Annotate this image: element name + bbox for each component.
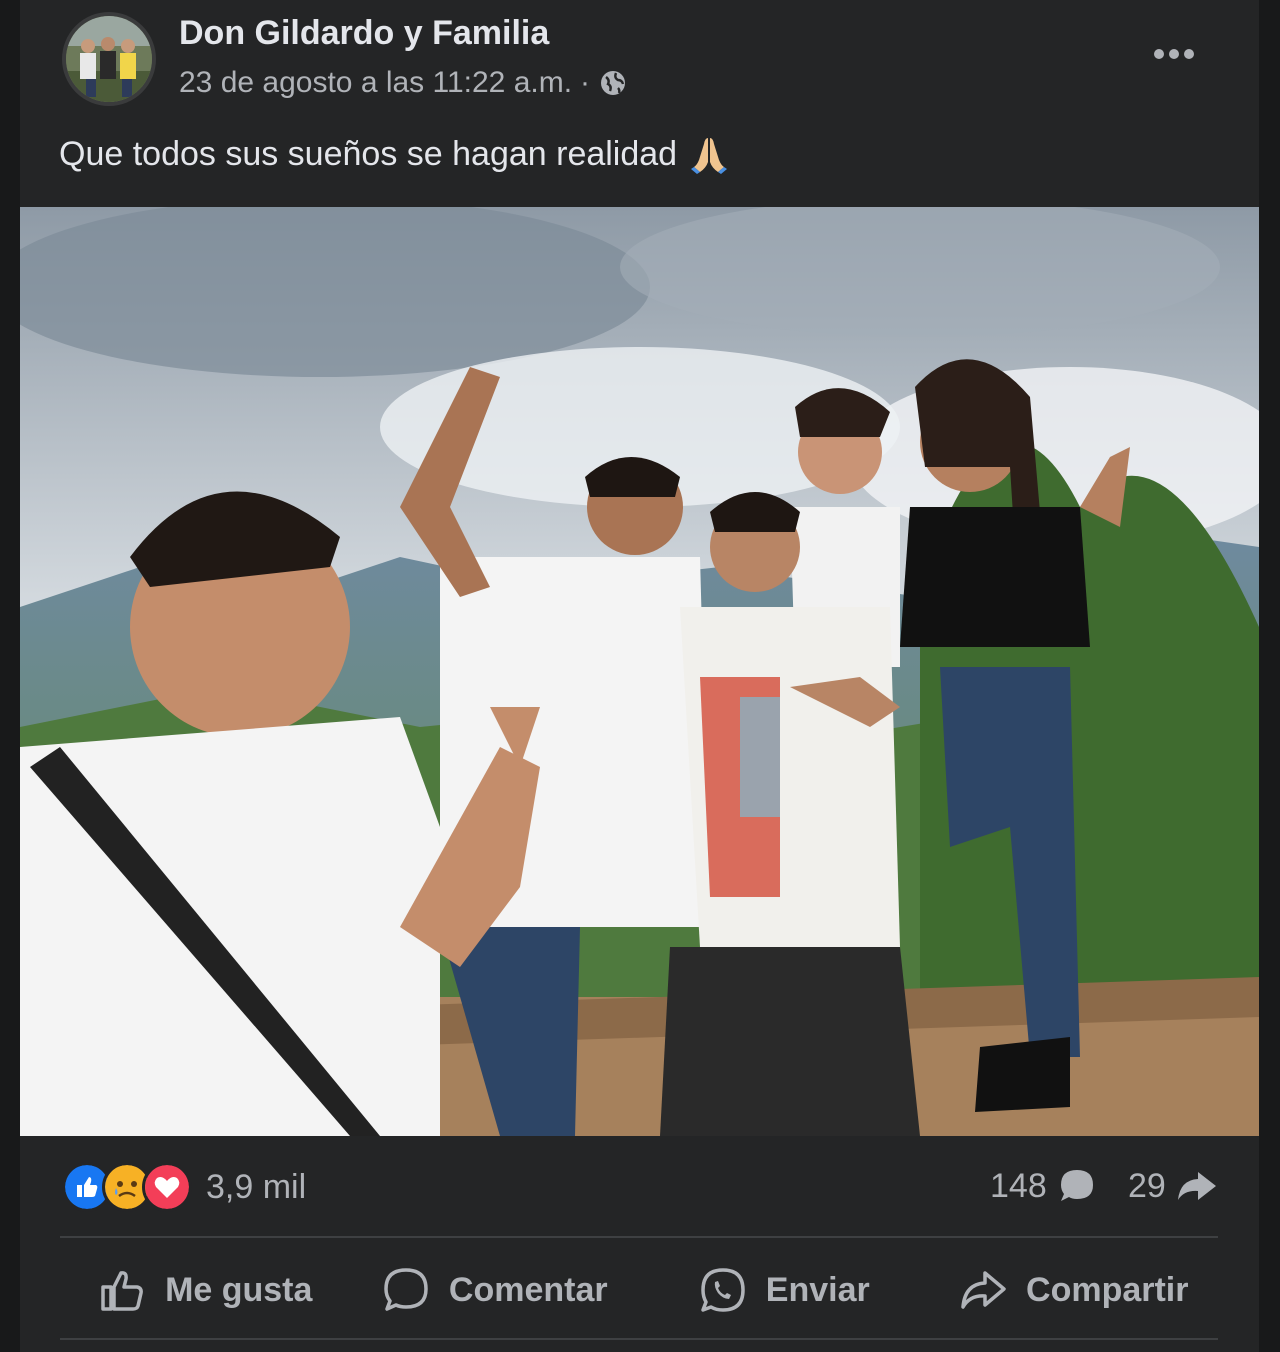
post-card: Don Gildardo y Familia 23 de agosto a la… bbox=[20, 0, 1259, 1352]
share-count-link[interactable]: 29 bbox=[1128, 1166, 1218, 1206]
share-arrow-icon bbox=[1177, 1172, 1216, 1200]
send-button[interactable]: Enviar bbox=[639, 1242, 929, 1338]
avatar-photo bbox=[66, 16, 152, 102]
bottom-divider bbox=[60, 1338, 1218, 1340]
like-button[interactable]: Me gusta bbox=[60, 1242, 350, 1338]
comment-button[interactable]: Comentar bbox=[350, 1242, 640, 1338]
post-timestamp[interactable]: 23 de agosto a las 11:22 a.m. bbox=[179, 66, 572, 100]
whatsapp-icon bbox=[701, 1268, 745, 1312]
globe-icon bbox=[601, 71, 626, 95]
post-header: Don Gildardo y Familia 23 de agosto a la… bbox=[20, 0, 1259, 120]
folded-hands-emoji bbox=[691, 138, 728, 174]
post-caption: Que todos sus sueños se hagan realidad bbox=[59, 134, 729, 174]
comment-count-link[interactable]: 148 bbox=[990, 1166, 1097, 1206]
share-icon bbox=[961, 1271, 1006, 1309]
reaction-count[interactable]: 3,9 mil bbox=[206, 1168, 306, 1207]
more-options-button[interactable] bbox=[1148, 36, 1200, 72]
family-selfie-image bbox=[20, 207, 1259, 1136]
author-avatar[interactable] bbox=[62, 12, 156, 106]
post-actions: Me gusta Comentar Enviar Compartir bbox=[60, 1242, 1218, 1338]
share-label: Compartir bbox=[1026, 1270, 1189, 1309]
reaction-icons[interactable] bbox=[62, 1162, 192, 1212]
post-photo[interactable] bbox=[20, 207, 1259, 1136]
thumbs-up-icon bbox=[101, 1271, 143, 1311]
post-stats: 3,9 mil 148 29 bbox=[20, 1140, 1259, 1236]
share-count: 29 bbox=[1128, 1166, 1166, 1205]
caption-text: Que todos sus sueños se hagan realidad bbox=[59, 134, 678, 173]
comment-label: Comentar bbox=[448, 1270, 608, 1309]
comment-count: 148 bbox=[990, 1166, 1047, 1205]
stats-divider bbox=[60, 1236, 1218, 1238]
meta-separator: · bbox=[580, 66, 591, 99]
post-meta: 23 de agosto a las 11:22 a.m. · bbox=[179, 66, 628, 100]
more-options-icon bbox=[1154, 49, 1194, 59]
share-button[interactable]: Compartir bbox=[929, 1242, 1219, 1338]
author-name[interactable]: Don Gildardo y Familia bbox=[179, 14, 549, 53]
like-label: Me gusta bbox=[165, 1270, 313, 1309]
send-label: Enviar bbox=[765, 1270, 870, 1309]
love-reaction-icon bbox=[142, 1162, 192, 1212]
comment-bubble-icon bbox=[1060, 1170, 1093, 1201]
comment-icon bbox=[384, 1268, 428, 1311]
